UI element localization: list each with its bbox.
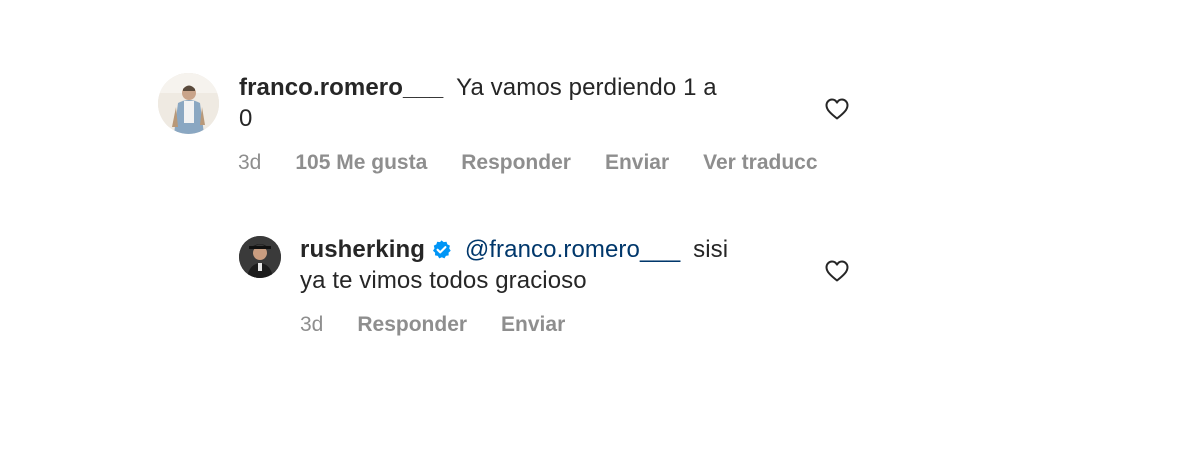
reply-text: rusherking @franco.romero___ sisi ya te … bbox=[300, 234, 820, 296]
reply-username[interactable]: rusherking bbox=[300, 236, 425, 263]
mention-link[interactable]: @franco.romero___ bbox=[465, 236, 681, 263]
comment-body-line1: Ya vamos perdiendo 1 a bbox=[456, 74, 717, 101]
like-button[interactable] bbox=[824, 97, 850, 121]
reply-body-line1: sisi bbox=[693, 236, 729, 263]
comment-text: franco.romero___ Ya vamos perdiendo 1 a … bbox=[239, 72, 799, 134]
comment-body-line2: 0 bbox=[239, 105, 253, 132]
profile-photo-icon bbox=[158, 73, 219, 134]
profile-photo-icon bbox=[239, 236, 281, 278]
reply-body-line2: ya te vimos todos gracioso bbox=[300, 267, 587, 294]
avatar-rusherking[interactable] bbox=[239, 236, 281, 278]
send-button[interactable]: Enviar bbox=[605, 151, 669, 175]
reply-time: 3d bbox=[300, 313, 324, 336]
heart-outline-icon bbox=[825, 98, 849, 120]
like-count[interactable]: 105 Me gusta bbox=[295, 151, 427, 175]
heart-outline-icon bbox=[825, 260, 849, 282]
send-button[interactable]: Enviar bbox=[501, 313, 565, 337]
verified-badge-icon bbox=[431, 239, 452, 260]
translate-link[interactable]: Ver traducc bbox=[703, 151, 817, 175]
like-button[interactable] bbox=[824, 259, 850, 283]
avatar-franco[interactable] bbox=[158, 73, 219, 134]
reply-button[interactable]: Responder bbox=[461, 151, 571, 175]
reply-button[interactable]: Responder bbox=[357, 313, 467, 337]
comment-username[interactable]: franco.romero___ bbox=[239, 74, 443, 101]
comments-thread: franco.romero___ Ya vamos perdiendo 1 a … bbox=[0, 0, 1200, 453]
reply-meta: 3d Responder Enviar bbox=[300, 313, 565, 337]
comment-time: 3d bbox=[238, 151, 262, 174]
comment-meta: 3d 105 Me gusta Responder Enviar Ver tra… bbox=[238, 151, 818, 175]
